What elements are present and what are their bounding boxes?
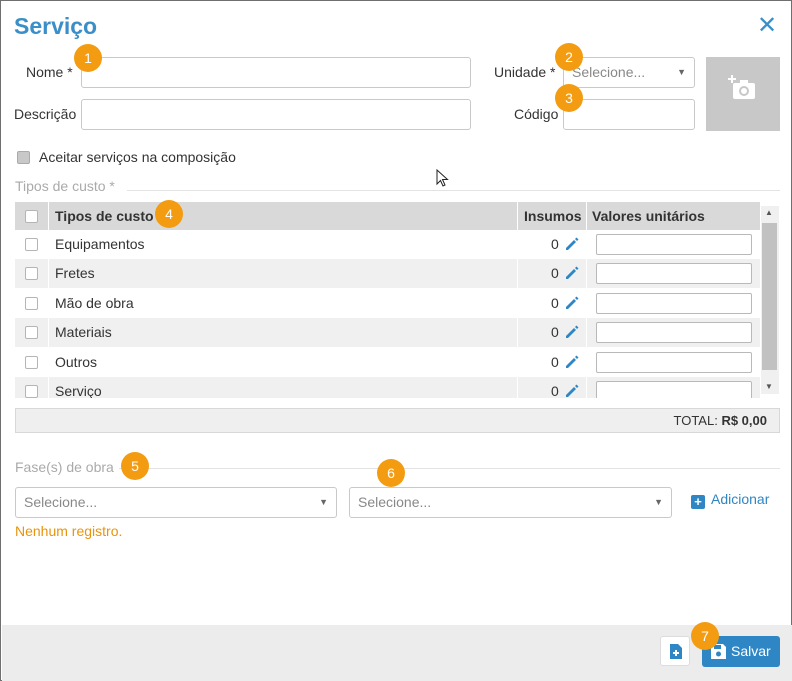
photo-upload[interactable] <box>706 57 780 131</box>
table-row[interactable]: Outros 0 <box>15 348 760 377</box>
codigo-label: Código <box>514 106 559 122</box>
valor-unitario-input[interactable] <box>596 322 752 343</box>
table-row[interactable]: Equipamentos 0 <box>15 230 760 259</box>
table-row[interactable]: Mão de obra 0 <box>15 289 760 318</box>
valor-unitario-input[interactable] <box>596 263 752 284</box>
grid-header: Tipos de custo Insumos Valores unitários <box>15 202 760 230</box>
table-row[interactable]: Serviço 0 <box>15 377 760 398</box>
row-name: Materiais <box>55 324 112 340</box>
row-name: Fretes <box>55 265 95 281</box>
row-insumos: 0 <box>551 295 559 311</box>
pencil-icon[interactable] <box>564 355 579 370</box>
mouse-cursor-icon <box>436 169 449 187</box>
annotation-badge-6: 6 <box>377 459 405 487</box>
annotation-badge-5: 5 <box>121 452 149 480</box>
fase-select-1[interactable]: Selecione... ▼ <box>15 487 337 518</box>
chevron-down-icon: ▼ <box>677 67 686 77</box>
valor-unitario-input[interactable] <box>596 234 752 255</box>
descricao-label: Descrição <box>14 106 77 122</box>
table-row[interactable]: Materiais 0 <box>15 318 760 347</box>
row-checkbox[interactable] <box>25 297 38 310</box>
fase-select-2-value: Selecione... <box>358 494 432 510</box>
annotation-badge-3: 3 <box>555 84 583 112</box>
valor-unitario-input[interactable] <box>596 293 752 314</box>
row-checkbox[interactable] <box>25 238 38 251</box>
new-document-button[interactable] <box>660 636 690 666</box>
total-label: TOTAL: <box>673 413 718 428</box>
scrollbar-thumb[interactable] <box>762 223 777 370</box>
section-divider <box>127 190 780 191</box>
scroll-down-icon[interactable]: ▼ <box>765 382 773 391</box>
row-insumos: 0 <box>551 265 559 281</box>
row-name: Outros <box>55 354 98 370</box>
row-insumos: 0 <box>551 354 559 370</box>
aceitar-checkbox[interactable] <box>17 151 30 164</box>
annotation-badge-4: 4 <box>155 200 183 228</box>
close-icon[interactable]: ✕ <box>756 14 778 38</box>
save-label: Salvar <box>731 643 771 659</box>
unidade-label: Unidade * <box>494 64 556 80</box>
pencil-icon[interactable] <box>564 266 579 281</box>
descricao-input[interactable] <box>81 99 471 130</box>
add-fase-label: Adicionar <box>711 491 770 507</box>
row-checkbox[interactable] <box>25 326 38 339</box>
pencil-icon[interactable] <box>564 237 579 252</box>
row-insumos: 0 <box>551 383 559 398</box>
unidade-select[interactable]: Selecione... ▼ <box>563 57 695 88</box>
col-header-tipo[interactable]: Tipos de custo <box>55 202 154 230</box>
fase-select-1-value: Selecione... <box>24 494 98 510</box>
fase-select-2[interactable]: Selecione... ▼ <box>349 487 672 518</box>
column-divider <box>48 202 49 398</box>
fases-section-title: Fase(s) de obra <box>15 459 114 475</box>
row-checkbox[interactable] <box>25 385 38 398</box>
nome-input[interactable] <box>81 57 471 88</box>
select-all-checkbox[interactable] <box>25 210 38 223</box>
tipos-custo-section-title: Tipos de custo * <box>15 178 115 194</box>
annotation-badge-1: 1 <box>74 44 102 72</box>
chevron-down-icon: ▼ <box>319 497 328 507</box>
row-checkbox[interactable] <box>25 356 38 369</box>
add-fase-button[interactable]: + Adicionar <box>691 491 769 509</box>
col-header-valores[interactable]: Valores unitários <box>592 202 705 230</box>
row-name: Mão de obra <box>55 295 134 311</box>
total-bar: TOTAL: R$ 0,00 <box>15 408 780 433</box>
row-insumos: 0 <box>551 236 559 252</box>
pencil-icon[interactable] <box>564 384 579 398</box>
table-row[interactable]: Fretes 0 <box>15 259 760 288</box>
annotation-badge-7: 7 <box>691 622 719 650</box>
chevron-down-icon: ▼ <box>654 497 663 507</box>
scroll-up-icon[interactable]: ▲ <box>765 208 773 217</box>
dialog-title: Serviço <box>14 13 98 39</box>
column-divider <box>586 202 587 398</box>
column-divider <box>517 202 518 398</box>
row-name: Serviço <box>55 383 102 398</box>
col-header-insumos[interactable]: Insumos <box>524 202 582 230</box>
section-divider <box>119 468 780 469</box>
add-photo-icon <box>728 75 755 99</box>
row-checkbox[interactable] <box>25 267 38 280</box>
valor-unitario-input[interactable] <box>596 352 752 373</box>
pencil-icon[interactable] <box>564 296 579 311</box>
empty-state-text: Nenhum registro. <box>15 523 123 539</box>
aceitar-label: Aceitar serviços na composição <box>39 149 236 165</box>
pencil-icon[interactable] <box>564 325 579 340</box>
tipos-custo-grid: Tipos de custo Insumos Valores unitários… <box>15 202 780 398</box>
new-document-icon <box>670 644 682 659</box>
nome-label: Nome * <box>26 64 73 80</box>
plus-icon: + <box>691 495 705 509</box>
codigo-input[interactable] <box>563 99 695 130</box>
row-name: Equipamentos <box>55 236 145 252</box>
total-value: R$ 0,00 <box>721 413 767 428</box>
service-dialog: Serviço ✕ Nome * Descrição Unidade * Sel… <box>0 0 792 681</box>
valor-unitario-input[interactable] <box>596 381 752 398</box>
grid-scrollbar[interactable]: ▲ ▼ <box>761 206 779 394</box>
row-insumos: 0 <box>551 324 559 340</box>
annotation-badge-2: 2 <box>555 43 583 71</box>
unidade-select-value: Selecione... <box>572 64 646 80</box>
